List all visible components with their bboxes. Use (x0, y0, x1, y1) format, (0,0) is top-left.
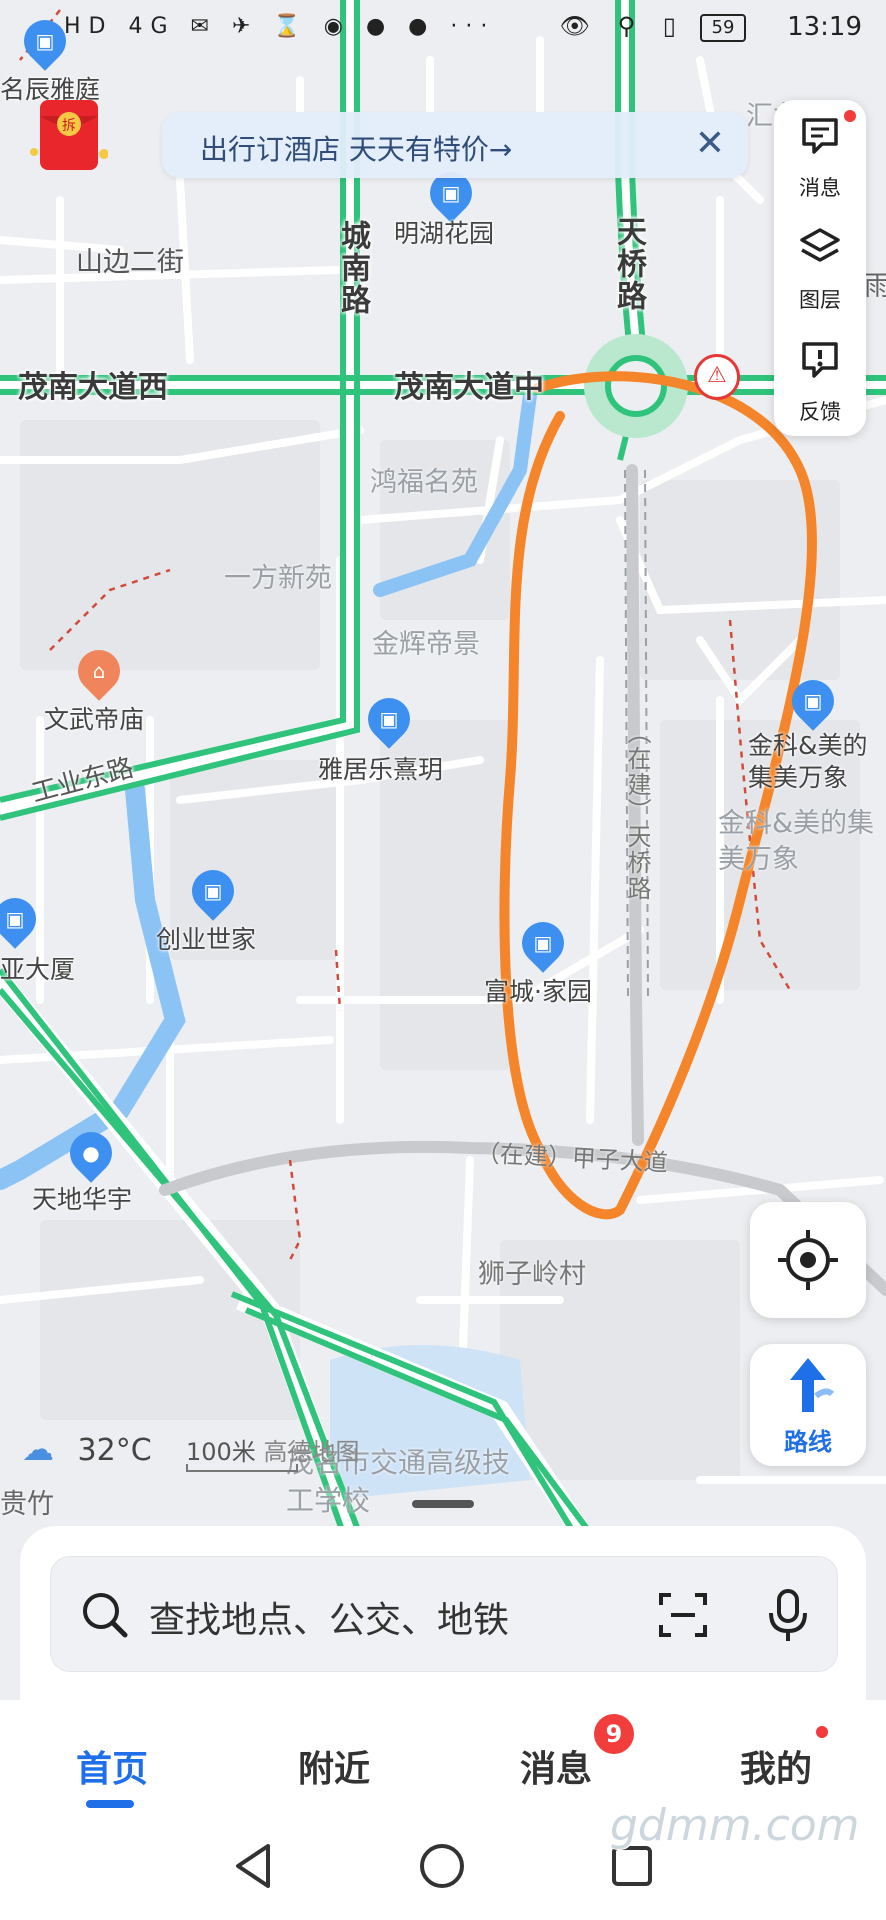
nav-mine[interactable]: 我的 (696, 1740, 856, 1792)
sheet-handle[interactable] (412, 1500, 474, 1508)
status-bar: HD 4G ✉ ✈ ⌛ ◉ ● ● ··· 👁 ⚲ ▯ 59 13:19 (0, 0, 886, 56)
road-label-shanbian: 山边二街 (76, 247, 184, 278)
building-icon: ▣ (203, 879, 223, 903)
area-label-hongfu: 鸿福名苑 (370, 467, 478, 498)
poi-pin-jinke[interactable]: ▣ (783, 671, 843, 731)
road-label-tianqiao: 天桥路 (611, 216, 646, 312)
location-icon: ● (82, 1141, 100, 1165)
nav-home[interactable]: 首页 (32, 1740, 192, 1792)
poi-pin-fucheng[interactable]: ▣ (513, 913, 573, 973)
temperature: 32°C (77, 1433, 152, 1468)
poi-pin-wenwu[interactable]: ⌂ (69, 641, 129, 701)
poi-pin-chuangye[interactable]: ▣ (183, 861, 243, 921)
poi-label-jinke[interactable]: 金科&美的集美万象 (748, 730, 886, 794)
status-left-icons: HD 4G ✉ ✈ ⌛ ◉ ● ● ··· (64, 14, 495, 39)
search-bar[interactable]: 查找地点、公交、地铁 (50, 1556, 838, 1672)
scale-label: 100米 高德地图 (186, 1432, 359, 1467)
area-label-yifang: 一方新苑 (224, 563, 332, 594)
promo-text[interactable]: 出行订酒店 天天有特价→ (200, 128, 512, 168)
weather-widget[interactable]: ☁ 32°C (22, 1430, 152, 1468)
area-label-shizi: 狮子岭村 (478, 1259, 586, 1290)
promo-banner[interactable]: 出行订酒店 天天有特价→ ✕ (162, 112, 748, 178)
building-icon: ▣ (379, 707, 399, 731)
road-label-maonan-west: 茂南大道西 (18, 370, 168, 405)
locate-button[interactable] (750, 1202, 866, 1318)
search-placeholder[interactable]: 查找地点、公交、地铁 (149, 1591, 509, 1643)
building-icon: ▣ (533, 931, 553, 955)
status-right-icons: 👁 ⚲ ▯ (559, 12, 686, 40)
unread-dot (844, 110, 856, 122)
feedback-tool-button[interactable]: 反馈 (774, 324, 866, 436)
road-label-tianqiao-construction: （在建）天桥路 (623, 720, 651, 902)
poi-label-wenwu[interactable]: 文武帝庙 (44, 700, 144, 736)
crosshair-icon (778, 1230, 838, 1290)
feedback-icon (802, 342, 838, 378)
cloud-icon: ☁ (22, 1430, 54, 1468)
layers-tool-button[interactable]: 图层 (774, 212, 866, 324)
red-packet-button[interactable]: 拆 (30, 96, 109, 176)
route-label: 路线 (784, 1428, 832, 1456)
construction-warning-icon[interactable]: ⚠ (694, 354, 740, 400)
poi-pin-yajule[interactable]: ▣ (359, 689, 419, 749)
search-icon (83, 1593, 128, 1638)
poi-label-minghu[interactable]: 明湖花园 (394, 214, 494, 250)
building-icon: ▣ (803, 689, 823, 713)
poi-label-yajule[interactable]: 雅居乐熹玥 (318, 750, 443, 786)
svg-text:拆: 拆 (62, 118, 76, 134)
nav-active-indicator (86, 1800, 134, 1808)
road-label-chengnan: 城南路 (335, 220, 370, 316)
poi-label-chuangye[interactable]: 创业世家 (156, 920, 256, 956)
messages-tool-button[interactable]: 消息 (774, 100, 866, 212)
nav-nearby[interactable]: 附近 (254, 1740, 414, 1792)
battery-indicator: 59 (700, 14, 746, 42)
area-label-jinhui: 金辉帝景 (372, 629, 480, 660)
road-label-maonan-mid: 茂南大道中 (394, 370, 544, 405)
area-label-guizhu: 贵竹 (0, 1489, 54, 1520)
status-time: 13:19 (787, 12, 862, 42)
network-indicator: HD 4G (64, 14, 176, 39)
map-tools-panel: 消息 图层 反馈 (774, 100, 866, 436)
route-button[interactable]: 路线 (750, 1344, 866, 1466)
poi-label-tiandi[interactable]: 天地华宇 (32, 1180, 132, 1216)
building-icon: ▣ (5, 907, 25, 931)
temple-icon: ⌂ (92, 659, 106, 683)
back-icon[interactable] (232, 1842, 276, 1890)
area-label-jinke: 金科&美的集美万象 (718, 808, 875, 875)
scale-bar (186, 1464, 298, 1472)
scan-icon[interactable] (657, 1589, 709, 1641)
watermark: gdmm.com (610, 1800, 860, 1851)
messages-badge: 9 (594, 1714, 634, 1754)
layers-tool-label: 图层 (799, 288, 841, 312)
feedback-tool-label: 反馈 (799, 400, 841, 424)
poi-label-yaxia[interactable]: 亚大厦 (0, 950, 75, 986)
area-label-edge: 雨苑 (864, 271, 886, 302)
poi-pin-tiandi[interactable]: ● (61, 1123, 121, 1183)
red-envelope-icon: 拆 (30, 100, 109, 170)
message-icon (802, 118, 838, 154)
messages-tool-label: 消息 (799, 176, 841, 200)
mine-unread-dot (816, 1726, 828, 1738)
poi-label-fucheng[interactable]: 富城·家园 (484, 972, 592, 1008)
map-brand: 高德地图 (263, 1438, 360, 1466)
scale-value: 100米 (186, 1438, 256, 1466)
home-icon[interactable] (418, 1842, 466, 1890)
layers-icon (800, 228, 840, 262)
roundabout (605, 355, 667, 417)
notification-icons: ✉ ✈ ⌛ ◉ ● ● ··· (190, 14, 496, 39)
close-icon[interactable]: ✕ (690, 122, 730, 166)
microphone-icon[interactable] (765, 1587, 811, 1643)
route-arrow-icon (790, 1358, 835, 1412)
building-icon: ▣ (441, 181, 461, 205)
